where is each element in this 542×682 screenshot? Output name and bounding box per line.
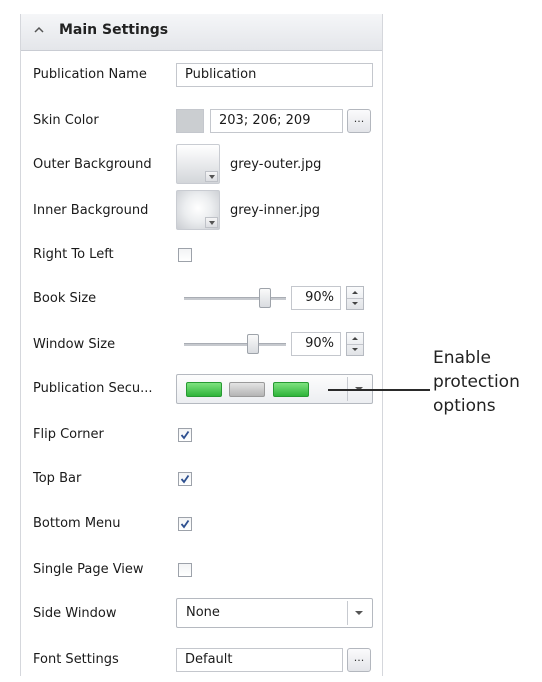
callout-line-3: options	[433, 396, 496, 416]
security-level-block	[229, 382, 265, 397]
label-side-window: Side Window	[33, 606, 117, 621]
spin-down-icon[interactable]	[347, 298, 363, 309]
checkmark-icon	[180, 474, 190, 484]
checkmark-icon	[180, 430, 190, 440]
row-publication-name: Publication Name Publication	[21, 52, 382, 97]
side-window-value: None	[186, 605, 220, 620]
label-bottom-menu: Bottom Menu	[33, 516, 121, 531]
label-single-page-view: Single Page View	[33, 562, 144, 577]
font-settings-button[interactable]: ...	[347, 648, 371, 672]
single-page-view-checkbox[interactable]	[178, 563, 192, 577]
row-font-settings: Font Settings Default ...	[21, 637, 382, 682]
bottom-menu-checkbox[interactable]	[178, 517, 192, 531]
checkmark-icon	[180, 519, 190, 529]
window-size-spinner[interactable]	[346, 332, 364, 356]
callout-line-1: Enable	[433, 348, 491, 368]
right-to-left-checkbox[interactable]	[178, 248, 192, 262]
chevron-down-icon[interactable]	[205, 217, 218, 228]
side-window-dropdown[interactable]: None	[176, 598, 373, 628]
row-window-size: Window Size 90%	[21, 322, 382, 367]
row-book-size: Book Size 90%	[21, 276, 382, 321]
security-level-block	[186, 382, 222, 397]
window-size-slider-track[interactable]	[184, 343, 286, 346]
row-outer-background: Outer Background grey-outer.jpg	[21, 142, 382, 187]
font-settings-input[interactable]: Default	[176, 648, 343, 672]
chevron-up-icon[interactable]	[33, 24, 45, 36]
security-level-block	[273, 382, 309, 397]
settings-panel: Main Settings Publication Name Publicati…	[20, 14, 383, 676]
label-right-to-left: Right To Left	[33, 247, 114, 262]
label-outer-background: Outer Background	[33, 157, 152, 172]
row-flip-corner: Flip Corner	[21, 412, 382, 457]
top-bar-checkbox[interactable]	[178, 472, 192, 486]
outer-background-filename: grey-outer.jpg	[230, 157, 322, 172]
row-right-to-left: Right To Left	[21, 232, 382, 277]
book-size-slider-thumb[interactable]	[259, 288, 271, 308]
chevron-down-icon[interactable]	[205, 171, 218, 182]
callout-line-2: protection	[433, 372, 520, 392]
publication-name-input[interactable]: Publication	[176, 63, 373, 87]
inner-background-filename: grey-inner.jpg	[230, 203, 320, 218]
book-size-spinner[interactable]	[346, 286, 364, 310]
label-inner-background: Inner Background	[33, 203, 149, 218]
main-settings-header[interactable]: Main Settings	[21, 14, 382, 51]
window-size-input[interactable]: 90%	[291, 332, 341, 356]
label-skin-color: Skin Color	[33, 113, 99, 128]
label-font-settings: Font Settings	[33, 652, 119, 667]
outer-background-thumbnail[interactable]	[176, 144, 220, 184]
inner-background-thumbnail[interactable]	[176, 190, 220, 230]
label-top-bar: Top Bar	[33, 471, 82, 486]
row-skin-color: Skin Color 203; 206; 209 ...	[21, 98, 382, 143]
callout-annotation: Enable protection options	[433, 346, 520, 418]
row-single-page-view: Single Page View	[21, 547, 382, 592]
book-size-input[interactable]: 90%	[291, 286, 341, 310]
flip-corner-checkbox[interactable]	[178, 428, 192, 442]
spin-down-icon[interactable]	[347, 344, 363, 355]
skin-color-input[interactable]: 203; 206; 209	[210, 109, 343, 133]
label-publication-name: Publication Name	[33, 67, 147, 82]
row-top-bar: Top Bar	[21, 456, 382, 501]
section-title: Main Settings	[59, 22, 169, 38]
chevron-down-icon[interactable]	[355, 611, 363, 615]
label-book-size: Book Size	[33, 291, 97, 306]
label-publication-security: Publication Secu...	[33, 381, 153, 396]
row-side-window: Side Window None	[21, 591, 382, 636]
label-flip-corner: Flip Corner	[33, 427, 104, 442]
dropdown-separator	[347, 601, 348, 625]
skin-color-picker-button[interactable]: ...	[347, 109, 371, 133]
skin-color-swatch[interactable]	[176, 109, 204, 133]
callout-line	[328, 389, 430, 391]
label-window-size: Window Size	[33, 337, 116, 352]
window-size-slider-thumb[interactable]	[247, 334, 259, 354]
row-inner-background: Inner Background grey-inner.jpg	[21, 188, 382, 233]
row-bottom-menu: Bottom Menu	[21, 501, 382, 546]
